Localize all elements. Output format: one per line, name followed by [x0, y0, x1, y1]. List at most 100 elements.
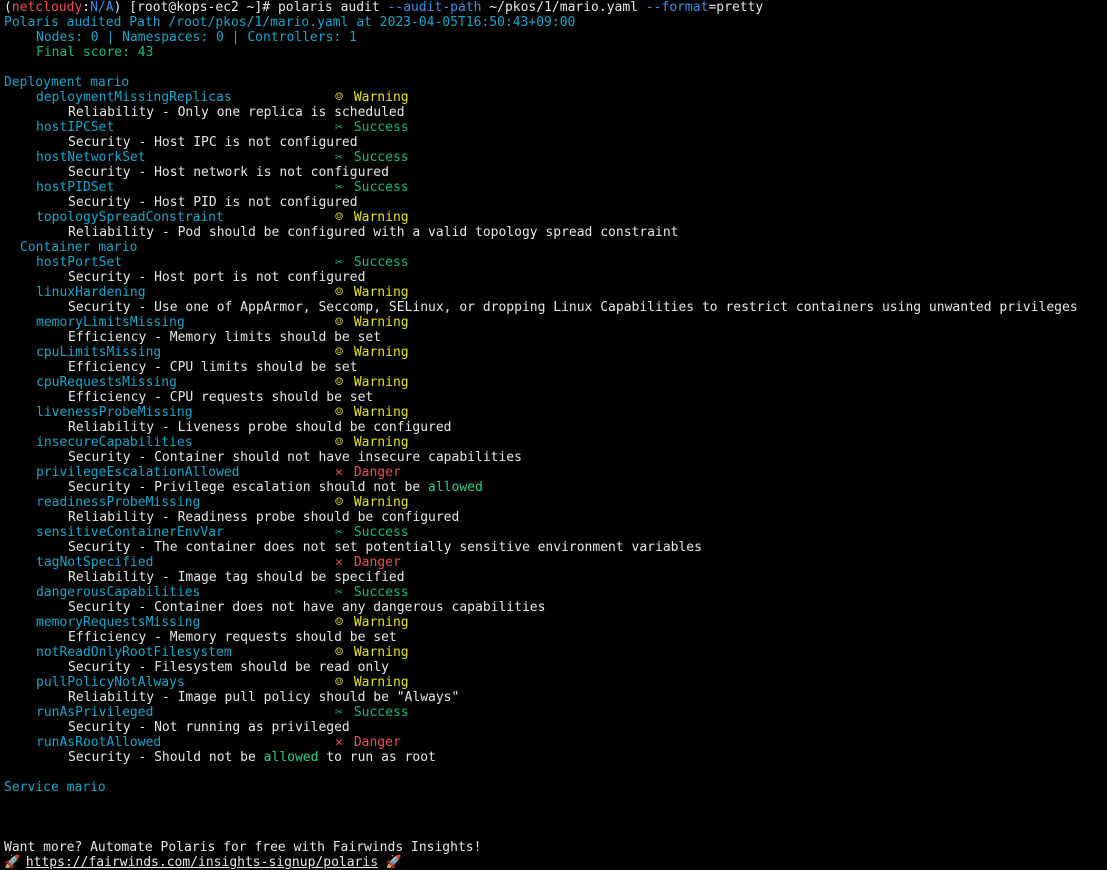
check-name: dangerousCapabilities [36, 585, 201, 600]
check-name: hostPIDSet [36, 180, 115, 195]
desc-text: Security - Privilege escalation should n… [68, 480, 429, 495]
audit-counts: Nodes: 0 | Namespaces: 0 | Controllers: … [36, 30, 357, 45]
check-name: topologySpreadConstraint [36, 210, 224, 225]
check-description: Reliability - Image pull policy should b… [68, 690, 460, 705]
check-row: insecureCapabilities ☺ Warning [36, 435, 409, 450]
check-row: runAsRootAllowed ✕ Danger [36, 735, 401, 750]
check-row: livenessProbeMissing ☺ Warning [36, 405, 409, 420]
check-description: Security - Host port is not configured [68, 270, 366, 285]
check-description: Efficiency - Memory limits should be set [68, 330, 382, 345]
check-status: ✂ Success [332, 705, 409, 720]
format-flag: --format [645, 0, 709, 15]
check-description: Efficiency - CPU limits should be set [68, 360, 358, 375]
check-name: hostPortSet [36, 255, 123, 270]
check-status: ☺ Warning [332, 210, 409, 225]
check-status: ✂ Success [332, 180, 409, 195]
status-label: Success [346, 525, 409, 540]
rocket-icon: 🚀 [385, 855, 403, 870]
status-label: Warning [346, 375, 409, 390]
check-row: memoryRequestsMissing ☺ Warning [36, 615, 409, 630]
signup-link[interactable]: https://fairwinds.com/insights-signup/po… [26, 855, 378, 870]
check-status: ☺ Warning [332, 375, 409, 390]
prompt-sep: : [82, 0, 91, 15]
smiley-icon: ☺ [335, 285, 343, 300]
check-name: pullPolicyNotAlways [36, 675, 185, 690]
celebration-icon: ✂ [335, 255, 343, 270]
check-row: topologySpreadConstraint ☺ Warning [36, 210, 409, 225]
format-value: =pretty [708, 0, 764, 15]
cross-icon: ✕ [335, 735, 343, 750]
terminal-window[interactable]: (netcloudy:N/A) [root@kops-ec2 ~]# polar… [0, 0, 1107, 870]
check-name: linuxHardening [36, 285, 146, 300]
audit-path-value: ~/pkos/1/mario.yaml [489, 0, 639, 15]
status-label: Warning [346, 435, 409, 450]
celebration-icon: ✂ [335, 705, 343, 720]
check-status: ☺ Warning [332, 645, 409, 660]
cross-icon: ✕ [335, 465, 343, 480]
status-label: Success [346, 150, 409, 165]
check-row: hostNetworkSet ✂ Success [36, 150, 409, 165]
smiley-icon: ☺ [335, 345, 343, 360]
check-name: memoryLimitsMissing [36, 315, 185, 330]
status-label: Warning [346, 645, 409, 660]
check-name: cpuRequestsMissing [36, 375, 177, 390]
check-row: readinessProbeMissing ☺ Warning [36, 495, 409, 510]
prompt-open: ( [4, 0, 12, 15]
status-label: Success [346, 180, 409, 195]
celebration-icon: ✂ [335, 180, 343, 195]
check-status: ☺ Warning [332, 495, 409, 510]
cross-icon: ✕ [335, 555, 343, 570]
check-description: Security - Privilege escalation should n… [68, 480, 483, 495]
status-label: Danger [346, 735, 401, 750]
container-title: Container mario [20, 240, 138, 255]
check-row: memoryLimitsMissing ☺ Warning [36, 315, 409, 330]
desc-highlight: allowed [428, 480, 483, 495]
check-name: notReadOnlyRootFilesystem [36, 645, 232, 660]
service-title: Service mario [4, 780, 106, 795]
check-description: Reliability - Image tag should be specif… [68, 570, 405, 585]
check-name: hostNetworkSet [36, 150, 146, 165]
smiley-icon: ☺ [335, 495, 343, 510]
smiley-icon: ☺ [335, 435, 343, 450]
check-description: Reliability - Pod should be configured w… [68, 225, 679, 240]
check-row: privilegeEscalationAllowed ✕ Danger [36, 465, 401, 480]
status-label: Warning [346, 90, 409, 105]
check-name: sensitiveContainerEnvVar [36, 525, 224, 540]
rocket-icon: 🚀 [4, 855, 21, 870]
check-description: Reliability - Only one replica is schedu… [68, 105, 405, 120]
status-label: Success [346, 585, 409, 600]
status-label: Warning [346, 345, 409, 360]
prompt-env: netcloudy [11, 0, 83, 15]
check-name: tagNotSpecified [36, 555, 154, 570]
check-status: ☺ Warning [332, 675, 409, 690]
check-status: ✕ Danger [332, 555, 401, 570]
check-row: pullPolicyNotAlways ☺ Warning [36, 675, 409, 690]
audit-path-flag: --audit-path [387, 0, 482, 15]
check-status: ☺ Warning [332, 435, 409, 450]
check-description: Security - Host PID is not configured [68, 195, 358, 210]
check-name: runAsRootAllowed [36, 735, 162, 750]
check-name: hostIPCSet [36, 120, 115, 135]
desc-highlight: allowed [263, 750, 319, 765]
command-text: polaris audit [277, 0, 380, 15]
signup-link-line: 🚀 https://fairwinds.com/insights-signup/… [4, 855, 403, 870]
check-status: ✂ Success [332, 525, 409, 540]
check-status: ☺ Warning [332, 315, 409, 330]
check-status: ✕ Danger [332, 465, 401, 480]
celebration-icon: ✂ [335, 585, 343, 600]
status-label: Warning [346, 675, 409, 690]
check-description: Security - Filesystem should be read onl… [68, 660, 389, 675]
smiley-icon: ☺ [335, 315, 343, 330]
desc-text: to run as root [318, 750, 436, 765]
status-label: Warning [346, 210, 409, 225]
check-name: readinessProbeMissing [36, 495, 201, 510]
smiley-icon: ☺ [335, 645, 343, 660]
desc-text: Security - Should not be [68, 750, 264, 765]
check-description: Security - Container does not have any d… [68, 600, 546, 615]
check-status: ✂ Success [332, 120, 409, 135]
check-status: ☺ Warning [332, 285, 409, 300]
audit-header: Polaris audited Path /root/pkos/1/mario.… [4, 15, 576, 30]
prompt-ctx: N/A [90, 0, 114, 15]
status-label: Success [346, 120, 409, 135]
check-row: sensitiveContainerEnvVar ✂ Success [36, 525, 409, 540]
